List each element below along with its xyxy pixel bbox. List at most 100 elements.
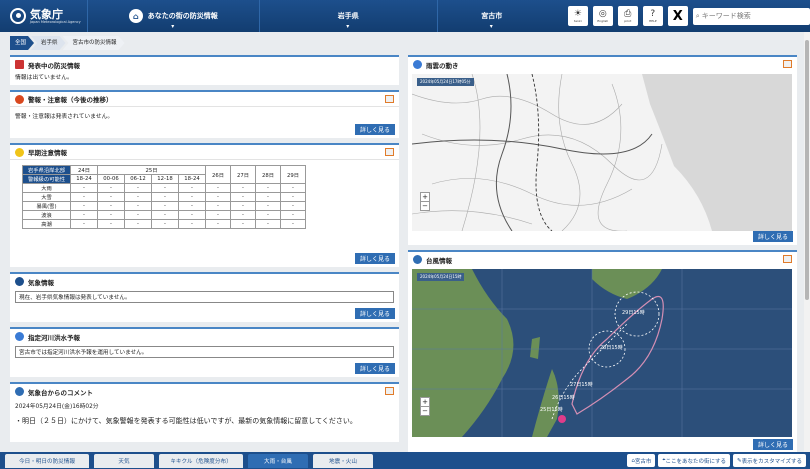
panel-flood-forecast: 指定河川洪水予報 宮古市では指定河川洪水予報を運用していません。 詳しく見る <box>10 327 399 377</box>
panel-menu-icon[interactable] <box>783 60 792 68</box>
typhoon-icon <box>413 255 422 264</box>
more-button[interactable]: 詳しく見る <box>752 231 793 242</box>
nav-local-disaster-info[interactable]: ⌂ あなたの街の防災情報 <box>86 0 259 32</box>
day-header: 28日 <box>255 165 281 184</box>
table-cell: - <box>97 183 125 193</box>
english-icon[interactable]: ◎ English <box>592 6 613 26</box>
day-header: 24日 <box>70 165 98 175</box>
tab-kikikuru[interactable]: キキクル（危険度分布） <box>159 453 243 468</box>
table-cell: - <box>151 201 179 211</box>
breadcrumb-current: 宮古市の防災情報 <box>63 36 125 50</box>
panel-menu-icon[interactable] <box>385 148 394 156</box>
table-cell: - <box>230 210 256 220</box>
tab-earthquake-volcano[interactable]: 地震・火山 <box>313 453 373 468</box>
track-label: 29日15時 <box>622 310 645 316</box>
header-nav: ⌂ あなたの街の防災情報 岩手県 宮古市 <box>86 0 546 32</box>
more-button[interactable]: 詳しく見る <box>354 308 395 319</box>
tab-weather[interactable]: 天気 <box>94 453 154 468</box>
zoom-out-button[interactable]: − <box>420 201 430 211</box>
typhoon-map[interactable]: 2024年05月24日15時 29日15時 28日15時 27日15時 26日1… <box>412 269 792 437</box>
river-icon <box>15 332 24 341</box>
table-cell: - <box>230 219 256 229</box>
hazard-label: 波浪 <box>22 210 71 220</box>
hazard-label: 大雪 <box>22 192 71 202</box>
nav-prefecture[interactable]: 岩手県 <box>258 0 437 32</box>
set-my-city-button[interactable]: ⌖ ここをあなたの街にする <box>658 454 731 467</box>
panel-menu-icon[interactable] <box>385 387 394 395</box>
jma-logo[interactable]: 気象庁 Japan Meteorological Agency <box>0 8 87 24</box>
tab-today-tomorrow[interactable]: 今日・明日の防災情報 <box>5 453 89 468</box>
customize-button[interactable]: ✎ 表示をカスタマイズする <box>733 454 806 467</box>
flood-forecast-text: 宮古市では指定河川洪水予報を運用していません。 <box>15 346 394 358</box>
time-header: 18-24 <box>178 174 206 184</box>
track-label: 28日15時 <box>600 345 623 351</box>
more-button[interactable]: 詳しく見る <box>354 253 395 264</box>
help-icon[interactable]: ? HELP <box>642 6 663 26</box>
nav-label: 岩手県 <box>337 12 359 20</box>
table-cell: - <box>205 192 231 202</box>
panel-rain-clouds: 雨雲の動き 2024年05月24日17時05分 + − 詳しく見る <box>408 55 797 245</box>
more-button[interactable]: 詳しく見る <box>354 124 395 135</box>
logo-subtext: Japan Meteorological Agency <box>30 19 81 24</box>
table-cell: - <box>178 183 206 193</box>
zoom-out-button[interactable]: − <box>420 406 430 416</box>
hazard-label: 高潮 <box>22 219 71 229</box>
table-row: 暴風(雪) - - - - - - - - - <box>22 201 306 211</box>
hazard-label: 暴風(雪) <box>22 201 71 211</box>
tenki-icon[interactable]: ☀ tenki <box>567 6 588 26</box>
table-cell: - <box>230 201 256 211</box>
panel-title: 台風情報 <box>426 256 452 265</box>
table-cell: - <box>97 192 125 202</box>
nav-label: あなたの街の防災情報 <box>147 12 218 20</box>
x-share-icon[interactable]: X <box>667 6 688 26</box>
print-icon[interactable]: ⎙ print <box>617 6 638 26</box>
rain-map-graphic <box>412 74 792 231</box>
table-cell: - <box>178 192 206 202</box>
table-cell: - <box>178 219 206 229</box>
time-header: 06-12 <box>124 174 152 184</box>
panel-menu-icon[interactable] <box>783 255 792 263</box>
logo-text: 気象庁 <box>30 7 63 21</box>
table-cell: - <box>97 201 125 211</box>
table-cell: - <box>124 201 152 211</box>
tab-heavy-rain-typhoon[interactable]: 大雨・台風 <box>248 453 308 468</box>
table-cell: - <box>205 201 231 211</box>
search-placeholder: キーワード検索 <box>701 12 751 20</box>
warning-icon <box>15 94 24 104</box>
search-input[interactable]: ⌕ キーワード検索 <box>692 7 810 25</box>
table-cell: - <box>255 201 281 211</box>
table-cell: - <box>280 201 306 211</box>
breadcrumb-prefecture[interactable]: 岩手県 <box>31 36 66 50</box>
panel-text: 警報・注意報は発表されていません。 <box>15 114 114 120</box>
table-cell: - <box>280 183 306 193</box>
panel-weather-info: 気象情報 現在、岩手県気象情報は発表していません。 詳しく見る <box>10 272 399 322</box>
search-icon: ⌕ <box>695 11 700 20</box>
info-icon <box>15 277 24 286</box>
table-cell: - <box>124 183 152 193</box>
panel-title: 発表中の防災情報 <box>28 61 80 70</box>
panel-title: 指定河川洪水予報 <box>28 333 80 342</box>
table-cell: - <box>255 210 281 220</box>
day-header: 25日 <box>97 165 206 175</box>
city-button[interactable]: ⌂ 宮古市 <box>627 454 656 467</box>
rain-map[interactable]: 2024年05月24日17時05分 + − <box>412 74 792 231</box>
scrollbar[interactable] <box>804 32 810 452</box>
table-level-label: 警報級の可能性 <box>22 174 71 184</box>
panel-typhoon: 台風情報 2024年05月24日15時 29日15時 28日15時 27日15時… <box>408 250 797 453</box>
table-cell: - <box>97 210 125 220</box>
table-cell: - <box>151 183 179 193</box>
nav-city[interactable]: 宮古市 <box>436 0 546 32</box>
breadcrumb-national[interactable]: 全国 <box>10 36 34 50</box>
table-cell: - <box>205 210 231 220</box>
table-cell: - <box>255 192 281 202</box>
scrollbar-thumb[interactable] <box>805 40 809 300</box>
comment-icon <box>15 387 24 396</box>
more-button[interactable]: 詳しく見る <box>752 439 793 450</box>
table-row: 大雨 - - - - - - - - - <box>22 183 306 193</box>
panel-menu-icon[interactable] <box>385 95 394 103</box>
table-cell: - <box>70 210 98 220</box>
more-button[interactable]: 詳しく見る <box>354 363 395 374</box>
table-cell: - <box>151 219 179 229</box>
jma-logo-icon <box>10 8 26 24</box>
panel-warnings: 警報・注意報（今後の推移） 警報・注意報は発表されていません。 詳しく見る <box>10 90 399 138</box>
